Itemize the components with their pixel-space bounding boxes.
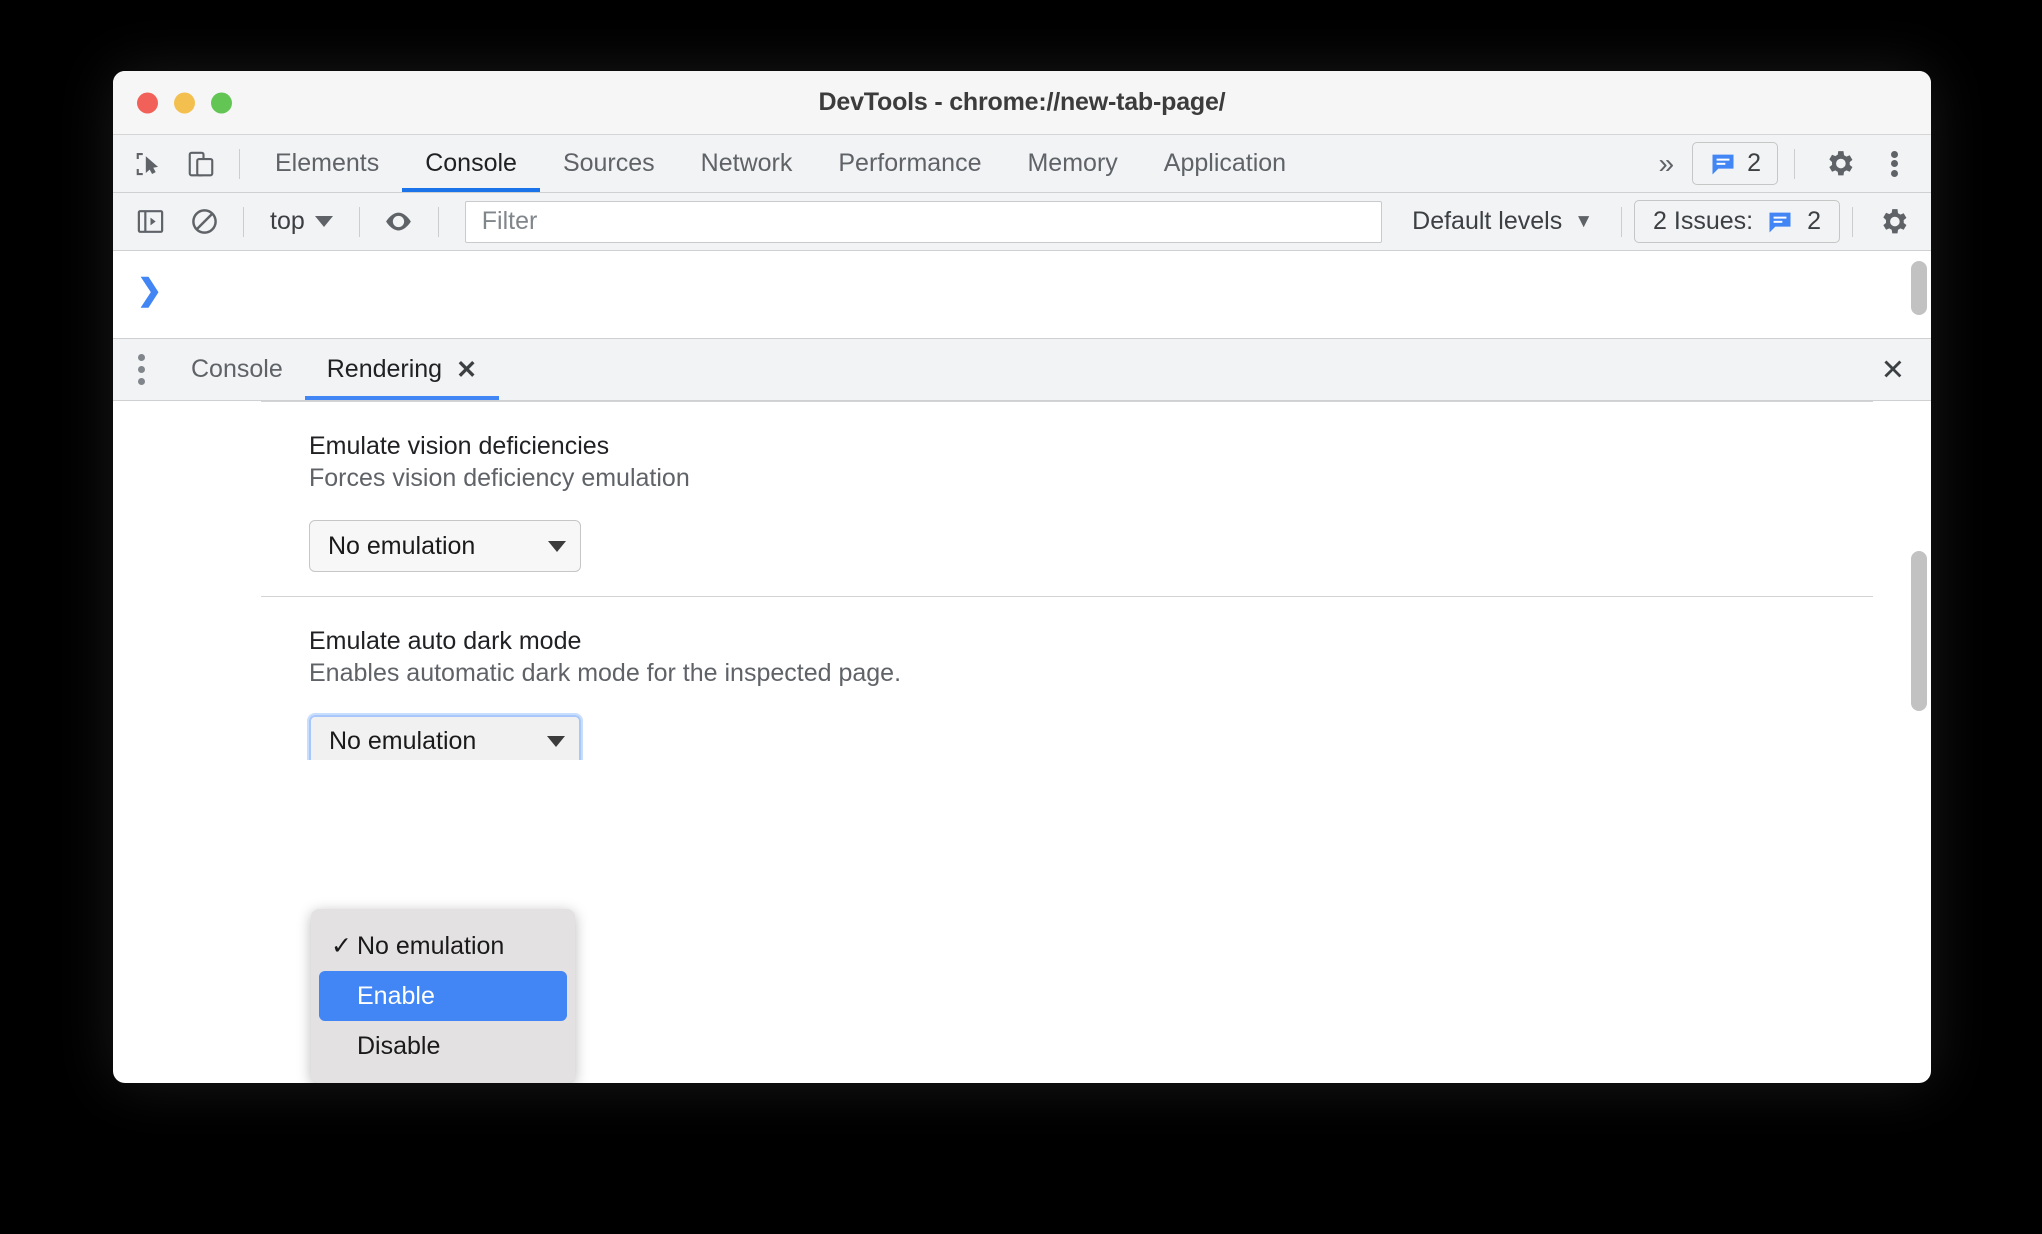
menu-item-enable-label: Enable (357, 981, 435, 1010)
console-issues-label: 2 Issues: (1653, 207, 1754, 235)
screen-root: DevTools - chrome://new-tab-page/ Elemen… (0, 0, 2042, 1234)
clear-console-icon[interactable] (177, 199, 231, 245)
panel-tabs: Elements Console Sources Network Perform… (252, 135, 1309, 192)
menu-item-enable[interactable]: Enable (319, 971, 567, 1021)
kebab-dot (137, 354, 145, 361)
kebab-dot (137, 378, 145, 385)
kebab-dot (137, 366, 145, 373)
issues-count-label: 2 (1747, 149, 1761, 177)
setting-emulate-auto-dark-mode: Emulate auto dark mode Enables automatic… (113, 597, 1931, 760)
toolbar-divider (239, 148, 240, 179)
tab-sources[interactable]: Sources (540, 135, 678, 192)
maximize-window-icon[interactable] (211, 92, 232, 113)
console-filter-placeholder: Filter (481, 207, 538, 235)
drawer-tab-close-icon[interactable]: ✕ (456, 355, 477, 385)
kebab-dot (1890, 160, 1898, 167)
chevron-down-icon: ▼ (1574, 210, 1594, 232)
vision-deficiency-select[interactable]: No emulation (309, 520, 581, 572)
console-toolbar-divider (358, 206, 360, 237)
window-title: DevTools - chrome://new-tab-page/ (818, 88, 1226, 116)
toggle-device-toolbar-icon[interactable] (175, 140, 227, 188)
actions-divider (1794, 148, 1795, 179)
auto-dark-mode-dropdown-menu: ✓ No emulation Enable Disable (311, 909, 575, 1083)
execution-context-selector[interactable]: top (256, 207, 347, 236)
menu-item-disable-label: Disable (357, 1031, 441, 1060)
log-levels-label: Default levels (1412, 207, 1563, 235)
drawer-tab-console-label: Console (191, 355, 283, 383)
setting-description: Forces vision deficiency emulation (309, 464, 690, 492)
tab-performance-label: Performance (838, 149, 982, 177)
tab-elements[interactable]: Elements (252, 135, 402, 192)
console-toolbar-divider (1621, 206, 1623, 237)
kebab-dot (1890, 150, 1898, 158)
tab-application[interactable]: Application (1141, 135, 1309, 192)
console-toolbar-divider (1852, 206, 1853, 237)
main-tabbar-actions: » 2 (1645, 140, 1925, 188)
tab-network-label: Network (700, 149, 793, 177)
kebab-dot (1890, 169, 1898, 177)
console-toolbar-divider (243, 206, 244, 237)
auto-dark-mode-select[interactable]: No emulation (307, 713, 583, 760)
main-menu-kebab-icon[interactable] (1871, 140, 1917, 188)
window-titlebar: DevTools - chrome://new-tab-page/ (113, 71, 1931, 135)
console-output-area[interactable]: ❯ (113, 251, 1931, 339)
tab-elements-label: Elements (275, 149, 380, 177)
minimize-window-icon[interactable] (174, 92, 195, 113)
console-settings-gear-icon[interactable] (1865, 198, 1921, 246)
console-toolbar-divider (437, 206, 439, 237)
menu-item-no-emulation[interactable]: ✓ No emulation (319, 921, 567, 971)
setting-description: Enables automatic dark mode for the insp… (309, 659, 902, 687)
rendering-scrollbar-thumb[interactable] (1911, 551, 1927, 711)
setting-title: Emulate vision deficiencies (309, 432, 610, 460)
close-window-icon[interactable] (137, 92, 158, 113)
tab-memory-label: Memory (1027, 149, 1118, 177)
issue-message-icon (1769, 212, 1791, 232)
tab-performance[interactable]: Performance (815, 135, 1004, 192)
issues-counter-button[interactable]: 2 (1692, 142, 1778, 185)
drawer-tabbar: Console Rendering ✕ ✕ (113, 339, 1931, 401)
console-filter-input[interactable]: Filter (464, 200, 1383, 243)
console-issues-button[interactable]: 2 Issues: 2 (1634, 200, 1840, 243)
live-expression-eye-icon[interactable] (372, 199, 426, 245)
settings-gear-icon[interactable] (1811, 140, 1867, 188)
devtools-main-tabbar: Elements Console Sources Network Perform… (113, 135, 1931, 193)
drawer-tab-rendering[interactable]: Rendering ✕ (304, 339, 500, 400)
drawer-close-icon[interactable]: ✕ (1881, 352, 1905, 387)
console-sidebar-toggle-icon[interactable] (123, 199, 177, 245)
console-toolbar: top Filter Default levels ▼ 2 Issues: 2 (113, 193, 1931, 251)
chevron-down-icon (314, 216, 333, 227)
vision-deficiency-select-value: No emulation (328, 531, 476, 560)
tab-console-label: Console (425, 149, 517, 177)
drawer-tab-console[interactable]: Console (169, 339, 305, 400)
setting-control: No emulation (307, 713, 1931, 760)
traffic-lights (137, 92, 232, 113)
issue-message-icon (1712, 154, 1734, 174)
tab-application-label: Application (1163, 149, 1287, 177)
setting-control: No emulation (309, 520, 1931, 572)
inspect-element-icon[interactable] (123, 140, 175, 188)
devtools-window: DevTools - chrome://new-tab-page/ Elemen… (113, 71, 1931, 1083)
tab-console[interactable]: Console (402, 135, 540, 192)
chevron-down-icon (548, 540, 566, 552)
console-issues-count: 2 (1807, 207, 1821, 235)
tab-network[interactable]: Network (678, 135, 816, 192)
drawer-more-tools-kebab-icon[interactable] (113, 339, 169, 400)
execution-context-label: top (270, 207, 305, 235)
setting-emulate-vision-deficiencies: Emulate vision deficiencies Forces visio… (113, 402, 1931, 596)
checkmark-icon: ✓ (331, 932, 352, 960)
chevron-down-icon (547, 735, 565, 747)
tab-sources-label: Sources (562, 149, 655, 177)
menu-item-disable[interactable]: Disable (319, 1021, 567, 1071)
console-scrollbar-thumb[interactable] (1911, 261, 1927, 315)
menu-item-no-emulation-label: No emulation (357, 931, 505, 960)
drawer-tab-rendering-label: Rendering (326, 355, 443, 383)
console-prompt-icon: ❯ (137, 274, 163, 307)
rendering-panel: Emulate vision deficiencies Forces visio… (113, 401, 1931, 760)
setting-title: Emulate auto dark mode (309, 627, 582, 655)
tab-memory[interactable]: Memory (1004, 135, 1140, 192)
auto-dark-mode-select-value: No emulation (329, 726, 477, 755)
log-levels-selector[interactable]: Default levels ▼ (1396, 207, 1609, 236)
more-tabs-chevron-icon[interactable]: » (1645, 149, 1689, 178)
